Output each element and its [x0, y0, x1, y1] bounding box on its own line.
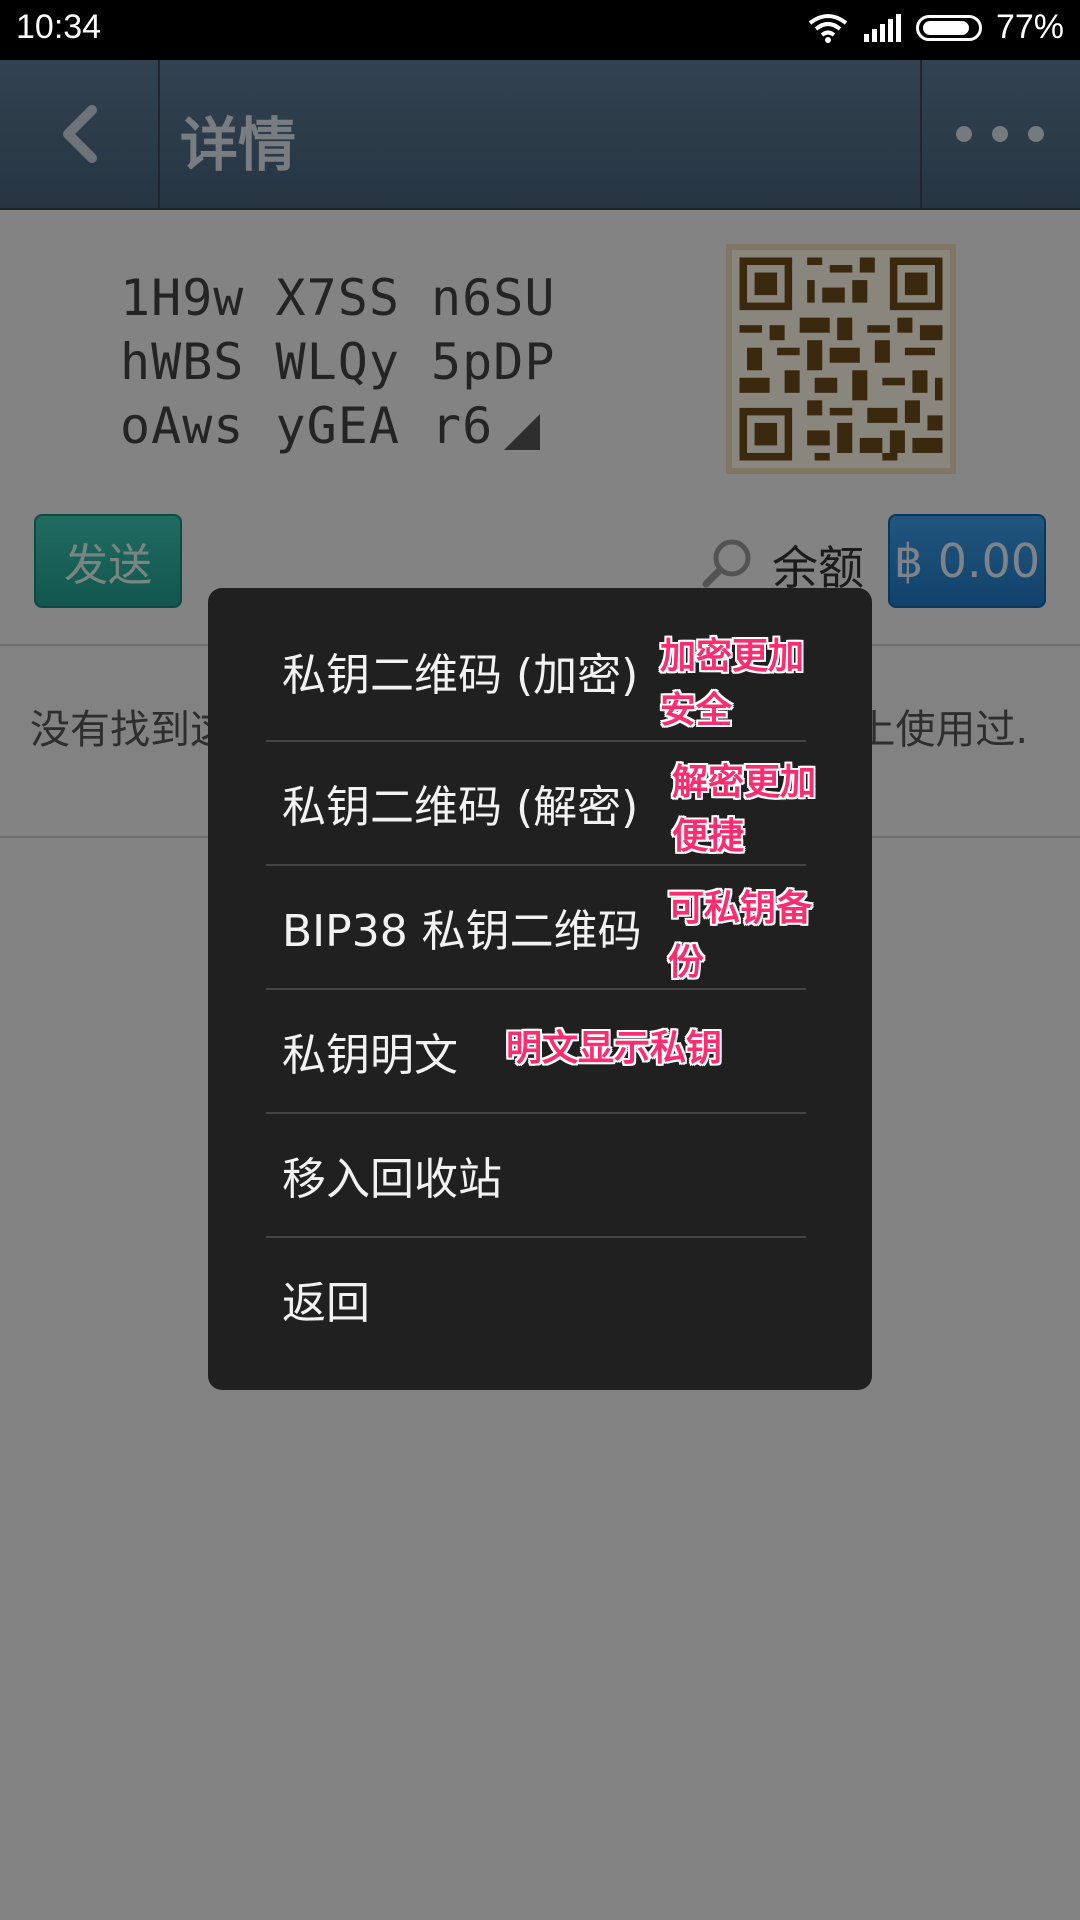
annotation-encrypted: 加密更加 安全: [660, 630, 804, 738]
annotation-plaintext: 明文显示私钥: [506, 1028, 723, 1069]
status-bar: 10:34 77%: [0, 0, 1080, 60]
annotation-line: 加密更加: [660, 636, 805, 677]
menu-item-back[interactable]: 返回: [266, 1238, 816, 1360]
annotation-decrypted: 解密更加 便捷: [672, 756, 816, 864]
annotation-bip38: 可私钥备 份: [668, 882, 812, 990]
signal-icon: [862, 13, 902, 42]
status-time: 10:34: [16, 8, 102, 46]
annotation-line: 解密更加: [672, 762, 817, 803]
annotation-line: 份: [668, 942, 705, 983]
battery-percent: 77%: [995, 8, 1064, 46]
menu-item-move-to-trash[interactable]: 移入回收站: [266, 1114, 816, 1236]
annotation-line: 安全: [660, 690, 733, 731]
annotation-line: 便捷: [672, 816, 745, 857]
battery-icon: [915, 14, 982, 41]
wifi-icon: [808, 13, 848, 43]
annotation-line: 可私钥备: [668, 888, 813, 929]
